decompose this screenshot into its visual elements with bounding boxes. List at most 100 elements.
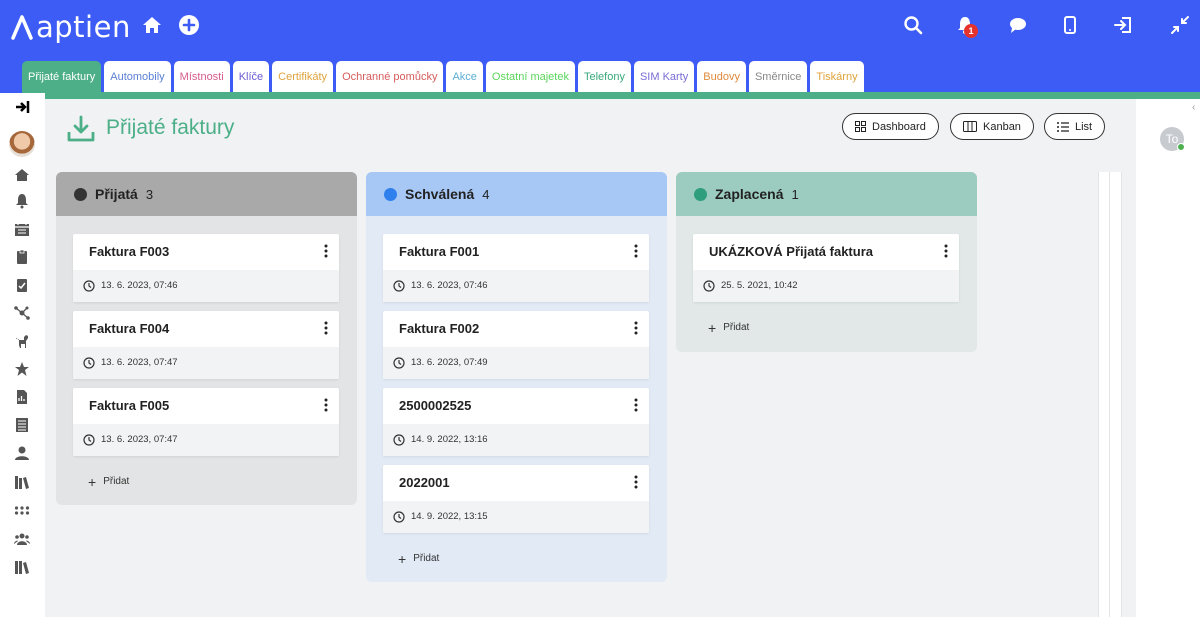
list-icon[interactable] [14, 417, 30, 433]
invoice-card[interactable]: Faktura F005 13. 6. 2023, 07:47 [73, 388, 339, 456]
tab-underline [22, 92, 1200, 99]
tab-5[interactable]: Ochranné pomůcky [336, 61, 444, 93]
invoice-card[interactable]: 2500002525 14. 9. 2022, 13:16 [383, 388, 649, 456]
tab-3[interactable]: Klíče [232, 61, 270, 93]
add-card-button[interactable]: + Přidat [708, 319, 750, 336]
more-vertical-icon[interactable] [633, 321, 639, 335]
card-date: 25. 5. 2021, 10:42 [721, 280, 798, 291]
module-tabs: Přijaté faktury Automobily Místnosti Klíče C… [22, 61, 864, 93]
invoice-card[interactable]: Faktura F003 13. 6. 2023, 07:46 [73, 234, 339, 302]
app-logo[interactable]: aptien [10, 10, 131, 44]
page-title: Přijaté faktury [106, 116, 235, 139]
invoice-card[interactable]: 2022001 14. 9. 2022, 13:15 [383, 465, 649, 533]
add-label: Přidat [103, 476, 130, 487]
card-title: Faktura F005 [89, 398, 170, 413]
clock-icon [83, 434, 95, 446]
card-footer: 13. 6. 2023, 07:47 [73, 347, 339, 379]
collapse-icon[interactable] [1170, 15, 1190, 35]
plus-icon: + [398, 550, 407, 567]
tab-12[interactable]: Tiskárny [810, 61, 864, 93]
tab-10[interactable]: Budovy [697, 61, 746, 93]
add-label: Přidat [723, 322, 750, 333]
dashboard-view-button[interactable]: Dashboard [842, 113, 939, 140]
logout-icon[interactable] [1113, 15, 1133, 35]
card-date: 13. 6. 2023, 07:46 [411, 280, 488, 291]
invoice-card[interactable]: Faktura F002 13. 6. 2023, 07:49 [383, 311, 649, 379]
books-icon[interactable] [14, 474, 30, 490]
more-vertical-icon[interactable] [323, 398, 329, 412]
list-view-button[interactable]: List [1044, 113, 1106, 140]
card-footer: 13. 6. 2023, 07:49 [383, 347, 649, 379]
bell-icon[interactable] [14, 193, 30, 209]
card-footer: 13. 6. 2023, 07:46 [73, 270, 339, 302]
tab-9[interactable]: SIM Karty [633, 61, 695, 93]
tab-6[interactable]: Akce [446, 61, 483, 93]
tab-4[interactable]: Certifikáty [272, 61, 334, 93]
grid-icon [855, 121, 866, 132]
card-footer: 25. 5. 2021, 10:42 [693, 270, 959, 302]
chat-icon[interactable] [1008, 15, 1028, 35]
clipboard-icon[interactable] [14, 249, 30, 265]
kanban-column: Schválená 4 Faktura F001 13. 6. 2023, 07:46… [366, 172, 667, 582]
mobile-icon[interactable] [1060, 15, 1080, 35]
notification-badge: 1 [964, 24, 978, 38]
left-sidebar [0, 93, 45, 617]
card-date: 13. 6. 2023, 07:47 [101, 357, 178, 368]
star-icon[interactable] [14, 361, 30, 377]
column-title: Schválená [405, 186, 475, 202]
right-panel [1136, 99, 1200, 617]
logo-text: aptien [36, 10, 131, 44]
more-vertical-icon[interactable] [323, 321, 329, 335]
invoice-card[interactable]: Faktura F001 13. 6. 2023, 07:46 [383, 234, 649, 302]
user-avatar[interactable] [9, 131, 35, 157]
network-icon[interactable] [14, 305, 30, 321]
report-icon[interactable] [14, 389, 30, 405]
card-title: Faktura F001 [399, 244, 480, 259]
chevron-left-icon[interactable]: ‹ [1192, 102, 1195, 113]
search-icon[interactable] [903, 15, 923, 35]
add-card-button[interactable]: + Přidat [88, 475, 130, 489]
more-vertical-icon[interactable] [633, 398, 639, 412]
users-icon[interactable] [14, 531, 30, 547]
clipboard-check-icon[interactable] [14, 277, 30, 293]
card-footer: 13. 6. 2023, 07:46 [383, 270, 649, 302]
dashboard-label: Dashboard [872, 120, 926, 133]
home-icon[interactable] [141, 14, 163, 36]
expand-icon[interactable] [14, 99, 30, 115]
card-title: 2022001 [399, 475, 450, 490]
column-title: Přijatá [95, 186, 138, 202]
dog-icon[interactable] [14, 333, 30, 349]
card-date: 13. 6. 2023, 07:49 [411, 357, 488, 368]
home-icon[interactable] [14, 167, 30, 183]
add-label: Přidat [413, 553, 440, 564]
tab-2[interactable]: Místnosti [173, 61, 230, 93]
more-vertical-icon[interactable] [323, 244, 329, 258]
plus-circle-icon[interactable] [178, 14, 200, 36]
column-header: Přijatá 3 [56, 172, 357, 216]
tab-11[interactable]: Směrnice [748, 61, 808, 93]
card-date: 14. 9. 2022, 13:16 [411, 434, 488, 445]
tab-0[interactable]: Přijaté faktury [22, 61, 102, 93]
invoice-card[interactable]: Faktura F004 13. 6. 2023, 07:47 [73, 311, 339, 379]
plus-icon: + [708, 319, 717, 336]
more-vertical-icon[interactable] [633, 244, 639, 258]
column-count: 3 [145, 186, 154, 202]
more-vertical-icon[interactable] [943, 244, 949, 258]
card-footer: 13. 6. 2023, 07:47 [73, 424, 339, 456]
invoice-card[interactable]: UKÁZKOVÁ Přijatá faktura 25. 5. 2021, 10:… [693, 234, 959, 302]
clock-icon [83, 280, 95, 292]
add-card-button[interactable]: + Přidat [398, 550, 440, 567]
user-icon[interactable] [14, 445, 30, 461]
archive-icon[interactable] [14, 559, 30, 575]
list-icon [1057, 121, 1069, 132]
tab-1[interactable]: Automobily [104, 61, 171, 93]
card-title: 2500002525 [399, 398, 472, 413]
tab-7[interactable]: Ostatní majetek [485, 61, 575, 93]
more-vertical-icon[interactable] [633, 475, 639, 489]
calendar-icon[interactable] [14, 221, 30, 237]
kanban-label: Kanban [983, 120, 1021, 133]
dots-icon[interactable] [14, 503, 30, 519]
kanban-view-button[interactable]: Kanban [950, 113, 1034, 140]
tab-8[interactable]: Telefony [577, 61, 631, 93]
horizontal-scroll-area[interactable] [1098, 172, 1122, 617]
